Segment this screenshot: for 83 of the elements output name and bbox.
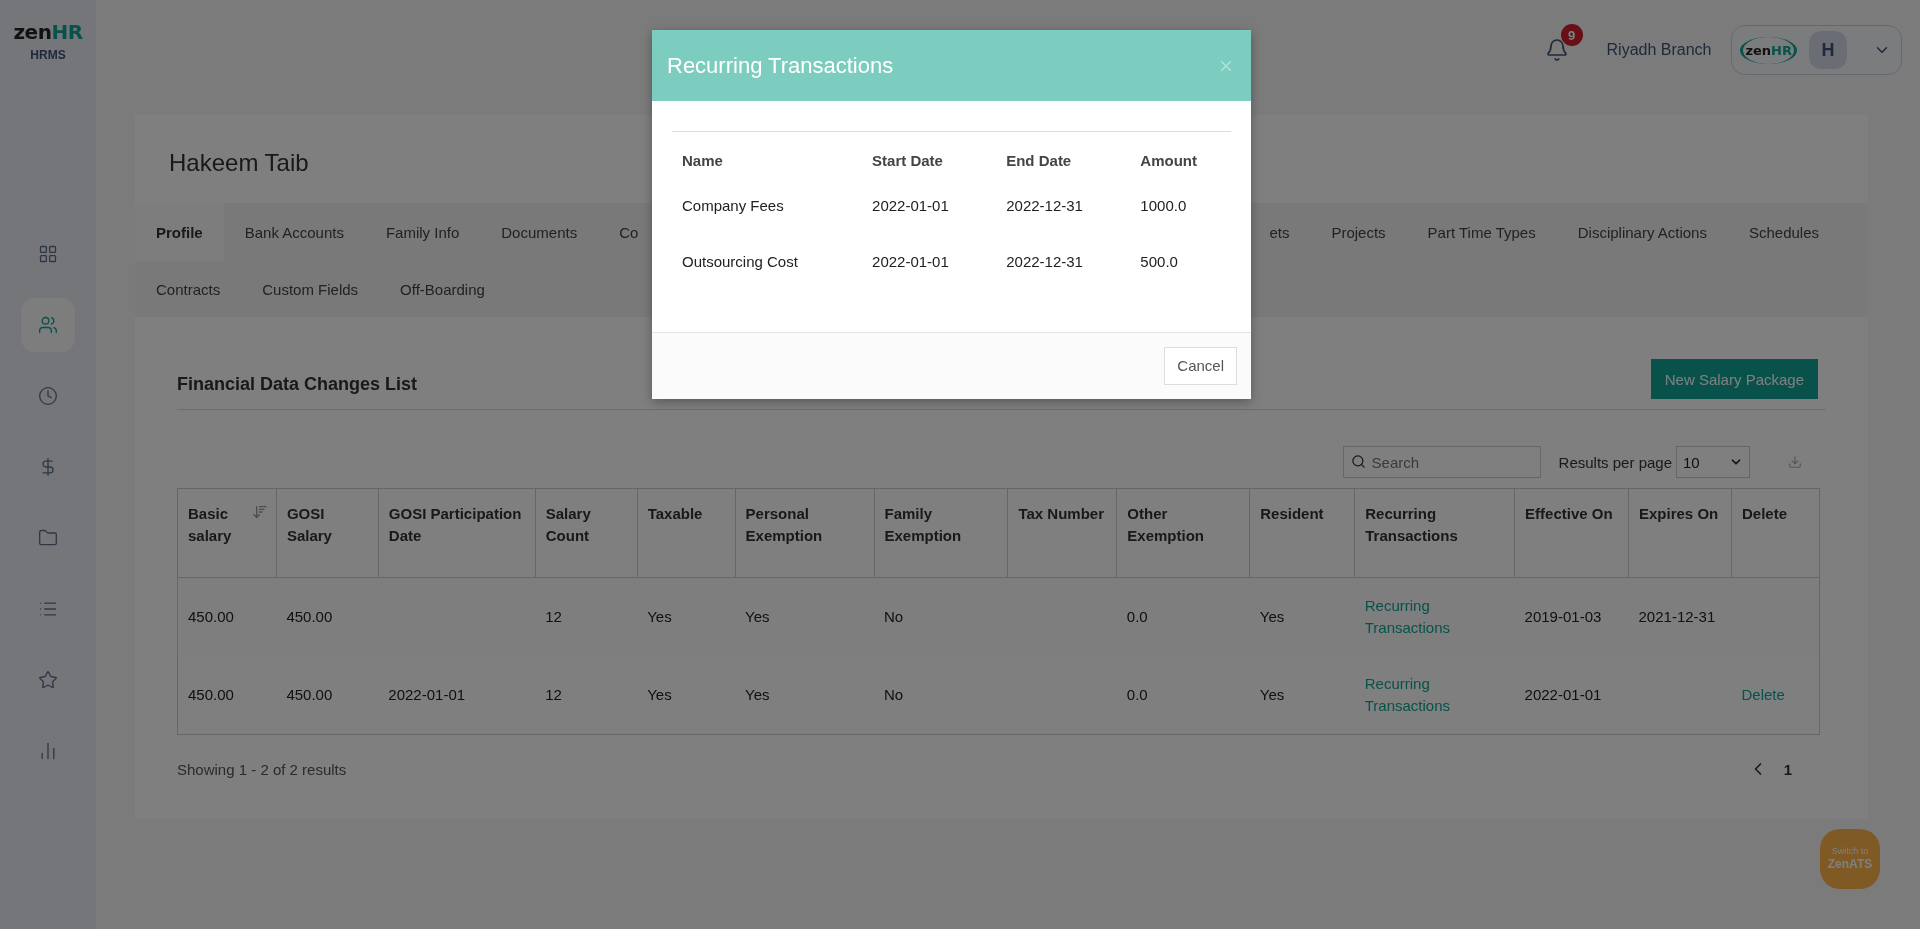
tab[interactable]: Custom Fields [241, 261, 380, 317]
column-header: Amount [1130, 131, 1231, 178]
results-per-page-label: Results per page [1558, 453, 1672, 471]
tab[interactable]: Family Info [364, 203, 481, 261]
column-header: Basic salary [177, 488, 277, 578]
column-header: Recurring Transactions [1354, 488, 1515, 578]
table-cell: 2022-01-01 [378, 656, 536, 735]
download-icon[interactable] [1788, 455, 1802, 469]
table-cell: 0.0 [1116, 656, 1250, 735]
sort-icon[interactable] [251, 504, 268, 520]
avatar: H [1809, 31, 1847, 69]
table-cell-text: 2022-12-31 [1005, 196, 1084, 216]
table-cell: Yes [1249, 577, 1355, 656]
tab[interactable]: Off-Boarding [379, 261, 506, 317]
column-header: Other Exemption [1116, 488, 1250, 578]
table-cell: Yes [637, 656, 736, 735]
table-link[interactable]: Recurring Transactions [1364, 673, 1505, 717]
table-cell-text: 2022-12-31 [1005, 252, 1084, 272]
column-header: Family Exemption [874, 488, 1008, 578]
bell-icon[interactable] [1544, 38, 1569, 62]
table-cell: Yes [735, 656, 874, 735]
column-header: Effective On [1514, 488, 1629, 578]
column-header: Expires On [1628, 488, 1732, 578]
column-header: Start Date [862, 131, 997, 178]
table-cell: 2019-01-03 [1514, 577, 1629, 656]
table-cell: 2022-01-01 [1514, 656, 1629, 735]
tab[interactable]: Bank Accounts [223, 203, 365, 261]
table-cell-text: Company Fees [681, 196, 785, 216]
search-icon [1350, 454, 1366, 469]
column-header: Personal Exemption [735, 488, 874, 578]
table-cell: No [874, 656, 1008, 735]
table-link[interactable]: Recurring Transactions [1364, 595, 1505, 639]
table-cell: Yes [735, 577, 874, 656]
table-cell-text: 1000.0 [1139, 196, 1188, 216]
table-cell: 450.00 [177, 656, 277, 735]
tab[interactable]: ets [1248, 203, 1311, 261]
tab[interactable]: Projects [1310, 203, 1407, 261]
logo-subtitle: HRMS [30, 48, 66, 62]
table-cell-text: 500.0 [1139, 252, 1179, 272]
dialog-title: Recurring Transactions [667, 52, 894, 79]
table-cell: Yes [637, 577, 736, 656]
table-cell-text: Outsourcing Cost [681, 252, 799, 272]
results-per-page-select[interactable]: 10 [1676, 446, 1750, 478]
column-header: Taxable [637, 488, 736, 578]
column-header: Tax Number [1007, 488, 1117, 578]
table-cell: Yes [1249, 656, 1355, 735]
table-cell-text: 2022-01-01 [871, 252, 950, 272]
table-link[interactable]: Delete [1741, 684, 1785, 706]
results-summary: Showing 1 - 2 of 2 results [177, 760, 347, 778]
table-cell: 450.00 [276, 656, 379, 735]
column-header: Salary Count [535, 488, 638, 578]
logo: zenHR [13, 20, 83, 44]
search-field[interactable]: Search [1342, 446, 1541, 478]
tab[interactable]: Contracts [135, 261, 242, 317]
employee-name: Hakeem Taib [168, 148, 310, 178]
column-header: Resident [1249, 488, 1355, 578]
tab[interactable]: Schedules [1727, 203, 1840, 261]
table-cell: 450.00 [177, 577, 277, 656]
cancel-button[interactable]: Cancel [1164, 346, 1237, 385]
column-header: Delete [1731, 488, 1820, 578]
branch-name: Riyadh Branch [1606, 41, 1712, 59]
section-title: Financial Data Changes List [177, 372, 418, 395]
page-number[interactable]: 1 [1783, 760, 1792, 778]
tab[interactable]: Profile [135, 203, 224, 261]
table-cell-text: 2022-01-01 [871, 196, 950, 216]
table-cell: 12 [535, 656, 638, 735]
table-cell: 450.00 [276, 577, 379, 656]
table-cell: 12 [535, 577, 638, 656]
table-cell: No [874, 577, 1008, 656]
table-cell: 0.0 [1116, 577, 1250, 656]
column-header: GOSI Salary [276, 488, 379, 578]
company-logo: zenHR [1740, 36, 1797, 64]
tab[interactable]: Part Time Types [1406, 203, 1557, 261]
column-header: GOSI Participation Date [378, 488, 536, 578]
account-menu[interactable]: zenHR H [1731, 25, 1902, 75]
column-header: End Date [996, 131, 1131, 178]
table-cell: 2021-12-31 [1628, 577, 1732, 656]
tab[interactable]: Disciplinary Actions [1556, 203, 1728, 261]
notification-badge: 9 [1560, 24, 1583, 46]
new-salary-package-button[interactable]: New Salary Package [1650, 359, 1818, 399]
column-header: Name [672, 131, 863, 178]
tab[interactable]: Documents [480, 203, 599, 261]
users-icon[interactable] [21, 298, 75, 352]
